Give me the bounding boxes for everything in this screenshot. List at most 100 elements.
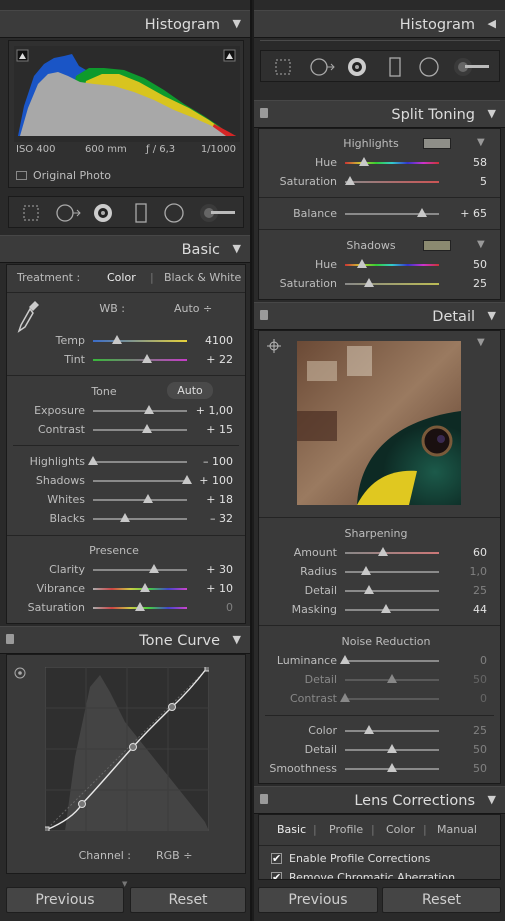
luminance-value[interactable]: 0 (445, 654, 487, 667)
balance-thumb[interactable] (417, 208, 428, 217)
highlights-slider-thumb[interactable] (88, 456, 98, 465)
expand-triangle-icon[interactable]: ◀ (488, 17, 496, 30)
whites-slider[interactable] (93, 499, 187, 501)
saturation-value[interactable]: 0 (193, 601, 233, 614)
tint-slider[interactable] (93, 359, 187, 361)
treatment-bw[interactable]: Black & White (164, 271, 241, 284)
noise-contrast-slider[interactable] (345, 698, 439, 700)
amount-value[interactable]: 60 (445, 546, 487, 559)
exposure-slider-thumb[interactable] (144, 405, 155, 414)
remove-ca-checkbox[interactable]: ✔ (271, 872, 282, 879)
crop-overlay-icon[interactable] (21, 203, 41, 223)
wb-value[interactable]: Auto ÷ (174, 302, 212, 315)
collapse-triangle-icon[interactable]: ▼ (488, 107, 496, 120)
shadows-value[interactable]: + 100 (193, 474, 233, 487)
treatment-color[interactable]: Color (107, 271, 136, 284)
clarity-slider[interactable] (93, 569, 187, 571)
reset-button[interactable]: Reset (130, 887, 246, 913)
panel-switch-icon[interactable] (260, 794, 268, 804)
shadows-picker-triangle-icon[interactable]: ▼ (477, 239, 485, 250)
histogram-header-right[interactable]: Histogram ◀ (254, 10, 505, 38)
detail-zoom-target-icon[interactable] (267, 339, 281, 353)
hl-sat-thumb[interactable] (344, 176, 355, 185)
collapse-triangle-icon[interactable]: ▼ (233, 242, 241, 255)
sh-sat-thumb[interactable] (363, 278, 374, 287)
red-eye-icon[interactable] (347, 57, 367, 77)
highlights-slider[interactable] (93, 461, 187, 463)
previous-button[interactable]: Previous (6, 887, 124, 913)
tone-curve-graph[interactable] (45, 667, 209, 831)
radial-filter-icon[interactable] (419, 57, 439, 77)
luminance-slider[interactable] (345, 660, 439, 662)
lens-tab-basic[interactable]: Basic (277, 823, 306, 836)
channel-select[interactable]: RGB ÷ (156, 849, 192, 862)
whites-slider-thumb[interactable] (143, 494, 154, 503)
radius-value[interactable]: 1,0 (445, 565, 488, 578)
hl-sat-value[interactable]: 5 (445, 175, 487, 188)
panel-switch-icon[interactable] (260, 108, 268, 118)
hl-sat-slider[interactable] (345, 181, 439, 183)
contrast-slider[interactable] (93, 429, 187, 431)
sharpen-detail-value[interactable]: 25 (445, 584, 487, 597)
contrast-value[interactable]: + 15 (193, 423, 233, 436)
adjustment-brush-icon[interactable] (199, 203, 237, 223)
highlights-picker-triangle-icon[interactable]: ▼ (477, 137, 485, 148)
lens-tab-profile[interactable]: Profile (329, 823, 363, 836)
collapse-triangle-icon[interactable]: ▼ (233, 17, 241, 30)
exposure-slider[interactable] (93, 410, 187, 412)
sh-sat-value[interactable]: 25 (445, 277, 487, 290)
lens-corrections-header[interactable]: Lens Corrections ▼ (254, 786, 505, 814)
graduated-filter-icon[interactable] (131, 203, 151, 223)
highlights-value[interactable]: – 100 (193, 455, 233, 468)
spot-removal-icon[interactable] (309, 57, 337, 77)
blacks-value[interactable]: – 32 (193, 512, 233, 525)
sharpen-detail-slider[interactable] (345, 590, 439, 592)
clarity-slider-thumb[interactable] (149, 564, 160, 573)
reset-button-right[interactable]: Reset (382, 887, 501, 913)
sh-sat-slider[interactable] (345, 283, 439, 285)
tone-curve-header[interactable]: Tone Curve ▼ (0, 626, 250, 654)
lens-tab-color[interactable]: Color (386, 823, 415, 836)
panel-switch-icon[interactable] (260, 310, 268, 320)
histogram-header[interactable]: Histogram ▼ (0, 10, 250, 38)
vibrance-value[interactable]: + 10 (193, 582, 233, 595)
temp-slider[interactable] (93, 340, 187, 342)
sh-hue-thumb[interactable] (356, 259, 367, 268)
basic-header[interactable]: Basic ▼ (0, 235, 250, 263)
noise-detail-thumb[interactable] (387, 674, 397, 683)
hl-hue-value[interactable]: 58 (445, 156, 487, 169)
radial-filter-icon[interactable] (164, 203, 184, 223)
collapse-triangle-icon[interactable]: ▼ (233, 633, 241, 646)
previous-button-right[interactable]: Previous (258, 887, 378, 913)
color-detail-thumb[interactable] (387, 744, 397, 753)
noise-contrast-thumb[interactable] (340, 693, 350, 702)
whites-value[interactable]: + 18 (193, 493, 233, 506)
detail-preview-triangle-icon[interactable]: ▼ (477, 337, 485, 348)
sh-hue-value[interactable]: 50 (445, 258, 487, 271)
spot-removal-icon[interactable] (55, 203, 83, 223)
balance-value[interactable]: + 65 (445, 207, 487, 220)
blacks-slider[interactable] (93, 518, 187, 520)
amount-thumb[interactable] (377, 547, 388, 556)
saturation-slider-thumb[interactable] (135, 602, 145, 611)
masking-thumb[interactable] (381, 604, 392, 613)
split-toning-header[interactable]: Split Toning ▼ (254, 100, 505, 128)
shadows-slider[interactable] (93, 480, 187, 482)
luminance-thumb[interactable] (340, 655, 350, 664)
noise-contrast-value[interactable]: 0 (445, 692, 487, 705)
color-nr-value[interactable]: 25 (445, 724, 487, 737)
vibrance-slider-thumb[interactable] (139, 583, 150, 592)
noise-detail-value[interactable]: 50 (445, 673, 487, 686)
white-balance-selector-icon[interactable] (17, 299, 41, 333)
red-eye-icon[interactable] (93, 203, 113, 223)
adjustment-brush-icon[interactable] (453, 57, 491, 77)
color-detail-value[interactable]: 50 (445, 743, 487, 756)
masking-slider[interactable] (345, 609, 439, 611)
color-nr-thumb[interactable] (363, 725, 374, 734)
tone-auto-button[interactable]: Auto (167, 382, 213, 399)
shadows-slider-thumb[interactable] (182, 475, 192, 484)
highlights-color-swatch[interactable] (423, 138, 451, 149)
blacks-slider-thumb[interactable] (119, 513, 130, 522)
panel-switch-icon[interactable] (6, 634, 14, 644)
temp-value[interactable]: 4100 (193, 334, 233, 347)
